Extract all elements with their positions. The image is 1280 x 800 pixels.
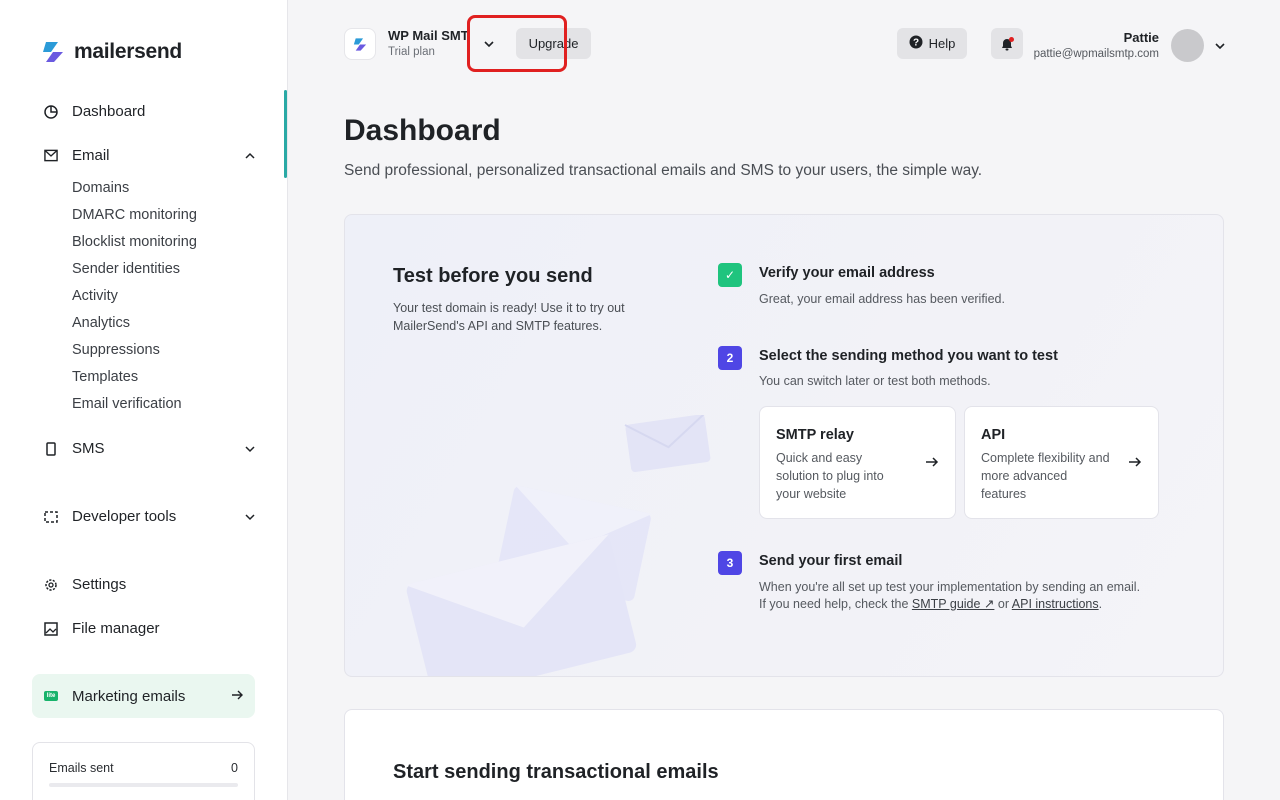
lite-badge-icon: lite <box>44 691 58 701</box>
emails-sent-card: Emails sent 0 <box>32 742 255 800</box>
api-title: API <box>981 427 1006 443</box>
sidebar-subitem-blocklist[interactable]: Blocklist monitoring <box>72 234 197 250</box>
user-name: Pattie <box>1123 30 1159 45</box>
smtp-relay-option[interactable]: SMTP relay Quick and easy solution to pl… <box>759 406 956 519</box>
step-2-badge: 2 <box>718 346 742 370</box>
start-sending-title: Start sending transactional emails <box>393 761 719 783</box>
step-1-title: Verify your email address <box>759 265 935 281</box>
sidebar-item-dashboard[interactable]: Dashboard <box>44 103 256 120</box>
marketing-emails-label: Marketing emails <box>72 687 186 705</box>
marketing-emails-link[interactable]: lite Marketing emails <box>32 674 255 718</box>
api-instructions-link[interactable]: API instructions <box>1012 597 1099 611</box>
start-sending-card: Start sending transactional emails <box>344 709 1224 800</box>
svg-text:?: ? <box>913 38 919 49</box>
phone-icon <box>44 441 58 456</box>
sidebar-subitem-suppressions[interactable]: Suppressions <box>72 342 160 358</box>
envelopes-illustration <box>405 415 711 676</box>
sidebar-item-email[interactable]: Email <box>44 147 256 164</box>
sidebar-item-label: File manager <box>72 620 160 637</box>
chevron-down-icon <box>244 510 256 527</box>
code-window-icon <box>44 510 58 524</box>
help-button[interactable]: ? Help <box>897 28 967 59</box>
emails-sent-label: Emails sent <box>49 761 114 775</box>
pie-chart-icon <box>44 104 58 119</box>
step-3-badge: 3 <box>718 551 742 575</box>
arrow-right-icon <box>231 688 243 705</box>
account-name: WP Mail SMTP <box>388 28 470 43</box>
account-plan: Trial plan <box>388 46 435 58</box>
smtp-relay-title: SMTP relay <box>776 427 854 443</box>
sidebar-item-developer-tools[interactable]: Developer tools <box>44 508 256 525</box>
step-1-check-icon: ✓ <box>718 263 742 287</box>
sidebar-subitem-activity[interactable]: Activity <box>72 288 118 304</box>
sidebar-subitem-templates[interactable]: Templates <box>72 369 138 385</box>
bell-icon <box>1002 36 1014 50</box>
test-before-send-card: Test before you send Your test domain is… <box>344 214 1224 677</box>
upgrade-button[interactable]: Upgrade <box>516 28 591 59</box>
brand-name: mailersend <box>74 40 182 63</box>
emails-sent-progress <box>49 783 238 787</box>
emails-sent-value: 0 <box>231 761 238 775</box>
step-3-text-line2: If you need help, check the SMTP guide ↗… <box>759 596 1140 613</box>
arrow-right-icon <box>925 455 939 474</box>
brand-logo[interactable]: mailersend <box>40 40 182 64</box>
sidebar-item-file-manager[interactable]: File manager <box>44 620 256 637</box>
sidebar-item-label: Email <box>72 147 110 164</box>
image-icon <box>44 621 58 636</box>
sidebar: mailersend Dashboard Email Domains DMARC… <box>0 0 288 800</box>
mailersend-logo-icon <box>43 42 63 62</box>
chevron-up-icon <box>244 149 256 166</box>
user-email: pattie@wpmailsmtp.com <box>1033 48 1159 60</box>
sidebar-scrollbar[interactable] <box>284 90 287 178</box>
mail-send-icon <box>44 149 58 163</box>
user-menu-chevron-icon[interactable] <box>1214 39 1226 57</box>
api-desc: Complete flexibility and more advanced f… <box>981 451 1110 501</box>
page-title: Dashboard <box>344 114 501 147</box>
step-3-text-line1: When you're all set up test your impleme… <box>759 580 1141 594</box>
step-3-title: Send your first email <box>759 553 903 569</box>
account-logo <box>344 28 376 60</box>
step-3-text: When you're all set up test your impleme… <box>759 579 1140 613</box>
sidebar-item-label: Settings <box>72 576 127 593</box>
test-card-title: Test before you send <box>393 265 593 287</box>
step-3-period: . <box>1098 597 1103 611</box>
sidebar-item-sms[interactable]: SMS <box>44 440 256 457</box>
step-3-help-text: If you need help, check the <box>759 597 912 611</box>
api-option[interactable]: API Complete flexibility and more advanc… <box>964 406 1159 519</box>
test-card-description: Your test domain is ready! Use it to try… <box>393 301 625 333</box>
sidebar-item-settings[interactable]: Settings <box>44 576 256 593</box>
mailersend-logo-icon <box>353 37 367 51</box>
sidebar-subitem-email-verification[interactable]: Email verification <box>72 396 182 412</box>
sidebar-subitem-dmarc[interactable]: DMARC monitoring <box>72 207 197 223</box>
avatar[interactable] <box>1171 29 1204 62</box>
step-2-text: You can switch later or test both method… <box>759 374 991 388</box>
step-2-title: Select the sending method you want to te… <box>759 348 1058 364</box>
sidebar-subitem-analytics[interactable]: Analytics <box>72 315 130 331</box>
account-switcher-chevron-icon[interactable] <box>480 36 498 57</box>
arrow-right-icon <box>1128 455 1142 474</box>
sidebar-subitem-domains[interactable]: Domains <box>72 180 129 196</box>
gear-icon <box>44 578 58 592</box>
notifications-button[interactable] <box>991 28 1023 59</box>
page-subtitle: Send professional, personalized transact… <box>344 162 983 179</box>
help-label: Help <box>928 36 956 51</box>
sidebar-subitem-sender-identities[interactable]: Sender identities <box>72 261 180 277</box>
sidebar-item-label: Developer tools <box>72 508 177 525</box>
sidebar-item-label: SMS <box>72 440 105 457</box>
step-3-or-text: or <box>994 597 1012 611</box>
chevron-down-icon <box>244 442 256 459</box>
question-icon: ? <box>909 35 923 52</box>
smtp-relay-desc: Quick and easy solution to plug into you… <box>776 451 884 501</box>
sidebar-item-label: Dashboard <box>72 103 146 120</box>
step-1-text: Great, your email address has been verif… <box>759 292 1005 306</box>
smtp-guide-link[interactable]: SMTP guide ↗ <box>912 597 995 611</box>
